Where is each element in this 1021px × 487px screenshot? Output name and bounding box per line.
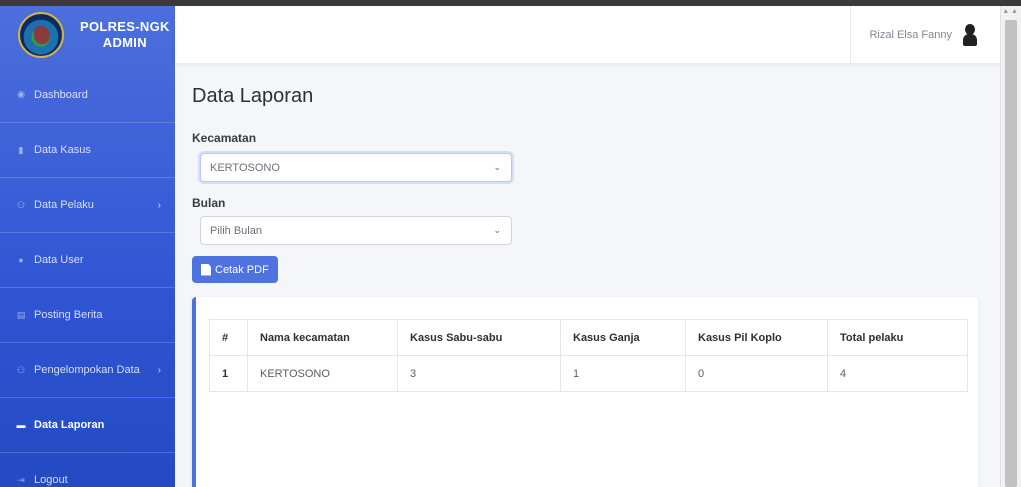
column-header: Total pelaku [827,319,968,356]
column-header: Kasus Ganja [560,319,686,356]
sidebar-item-label: Logout [34,474,68,486]
sidebar-item-posting-berita[interactable]: ▤ Posting Berita [0,287,175,342]
chevron-right-icon: › [157,199,161,211]
report-table: # Nama kecamatan Kasus Sabu-sabu Kasus G… [209,319,968,392]
kecamatan-label: Kecamatan [192,131,257,145]
report-icon: ▬ [16,420,26,430]
bulan-label: Bulan [192,196,226,210]
sidebar-item-dashboard[interactable]: ◉ Dashboard [0,67,175,122]
user-avatar-icon [962,23,978,46]
brand[interactable]: POLRES-NGK ADMIN [0,6,175,63]
user-icon: ● [18,255,24,265]
table-cell: KERTOSONO [247,355,398,392]
users-icon: ⚇ [16,364,26,375]
dashboard-icon: ◉ [17,89,25,99]
sidebar-item-label: Data Kasus [34,144,91,156]
bulan-select[interactable]: Pilih Bulan ⌄ [200,216,512,245]
sidebar-item-data-pelaku[interactable]: ⚇ Data Pelaku › [0,177,175,232]
table-row: 1 KERTOSONO 3 1 0 4 [209,355,968,392]
topbar: Rizal Elsa Fanny [175,6,1000,63]
column-header: Kasus Sabu-sabu [397,319,561,356]
report-card: # Nama kecamatan Kasus Sabu-sabu Kasus G… [192,297,978,487]
main-content: Data Laporan Kecamatan KERTOSONO ⌄ Bulan… [192,63,1000,487]
table-header-row: # Nama kecamatan Kasus Sabu-sabu Kasus G… [209,319,968,356]
sidebar: POLRES-NGK ADMIN ◉ Dashboard ▮ Data Kasu… [0,6,175,487]
police-logo-icon [18,11,64,58]
sidebar-item-label: Posting Berita [34,309,103,321]
pdf-file-icon [201,263,211,276]
chevron-down-icon: ⌄ [493,225,501,235]
table-cell: 3 [397,355,561,392]
column-header: # [209,319,248,356]
newspaper-icon: ▤ [16,309,26,320]
sidebar-item-label: Data User [34,254,84,266]
brand-text: POLRES-NGK ADMIN [80,19,170,51]
table-cell: 4 [827,355,968,392]
column-header: Kasus Pil Koplo [685,319,828,356]
sidebar-item-label: Dashboard [34,88,88,101]
sidebar-nav: ◉ Dashboard ▮ Data Kasus ⚇ Data Pelaku ›… [0,67,175,487]
table-cell: 1 [209,355,248,392]
sidebar-item-logout[interactable]: ⇥ Logout [0,452,175,487]
page-scrollbar[interactable]: ▲ ▲ [1000,6,1021,487]
table-cell: 0 [685,355,828,392]
chevron-right-icon: › [157,364,161,376]
users-icon: ⚇ [16,199,26,210]
scroll-up-arrow-icon[interactable]: ▲ ▲ [1002,8,1018,15]
kecamatan-select-value: KERTOSONO [210,161,280,174]
sidebar-item-pengelompokan-data[interactable]: ⚇ Pengelompokan Data › [0,342,175,397]
table-cell: 1 [560,355,686,392]
logout-icon: ⇥ [17,474,25,485]
page-title: Data Laporan [192,85,314,107]
user-name: Rizal Elsa Fanny [869,28,952,41]
sidebar-item-label: Data Pelaku [34,199,94,211]
app-window: POLRES-NGK ADMIN ◉ Dashboard ▮ Data Kasu… [0,0,1021,487]
sidebar-item-data-user[interactable]: ● Data User [0,232,175,287]
sidebar-item-data-laporan[interactable]: ▬ Data Laporan [0,397,175,452]
cetak-pdf-label: Cetak PDF [215,263,269,276]
scrollbar-thumb[interactable] [1005,20,1017,487]
kecamatan-select[interactable]: KERTOSONO ⌄ [200,153,512,182]
user-menu[interactable]: Rizal Elsa Fanny [850,6,1000,63]
column-header: Nama kecamatan [247,319,398,356]
cetak-pdf-button[interactable]: Cetak PDF [192,256,278,283]
chevron-down-icon: ⌄ [493,162,501,172]
file-icon: ▮ [18,144,24,155]
brand-title: POLRES-NGK [80,18,170,34]
sidebar-item-label: Pengelompokan Data [34,364,140,376]
bulan-select-value: Pilih Bulan [210,224,262,237]
brand-subtitle: ADMIN [102,34,147,50]
sidebar-item-data-kasus[interactable]: ▮ Data Kasus [0,122,175,177]
sidebar-item-label: Data Laporan [34,419,105,431]
